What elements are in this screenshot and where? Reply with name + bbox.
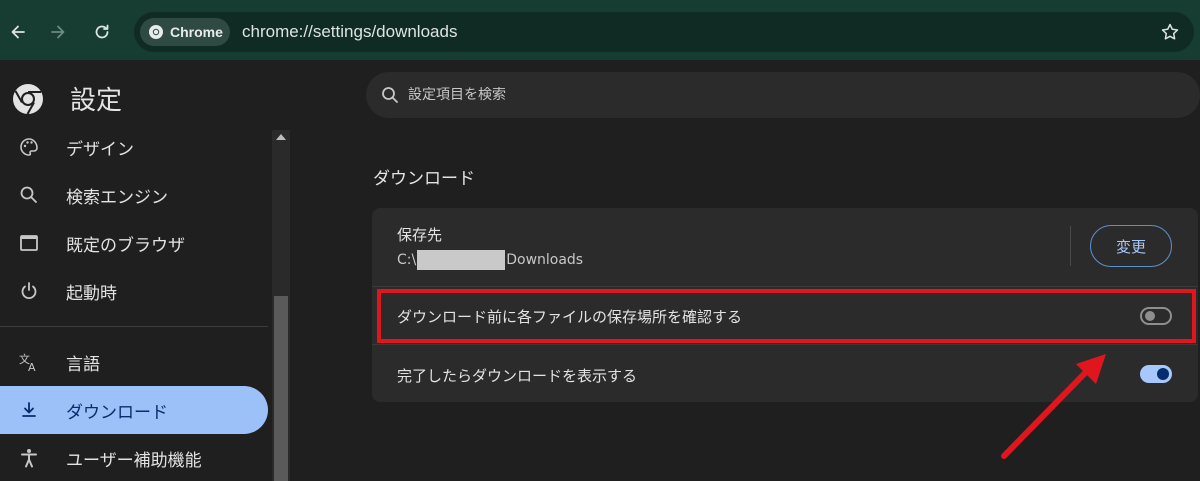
sidebar-item-languages[interactable]: 文A 言語 — [0, 338, 268, 386]
sidebar-item-label: ダウンロード — [66, 402, 168, 423]
redacted-username — [417, 250, 506, 270]
browser-toolbar: Chrome chrome://settings/downloads — [0, 4, 1200, 60]
site-chip[interactable]: Chrome — [140, 18, 230, 46]
path-prefix: C:\ — [397, 252, 417, 268]
scroll-up-icon[interactable] — [276, 134, 286, 140]
sidebar-scrollbar-thumb[interactable] — [274, 296, 288, 481]
browser-window-icon — [18, 232, 40, 254]
sidebar-item-label: 起動時 — [66, 283, 117, 304]
bookmark-star-icon[interactable] — [1160, 22, 1180, 42]
palette-icon — [18, 136, 40, 158]
search-icon — [18, 184, 40, 206]
translate-icon: 文A — [18, 351, 40, 373]
sidebar-item-label: デザイン — [66, 139, 134, 160]
back-icon — [11, 25, 25, 39]
reload-icon — [95, 24, 109, 39]
path-suffix: Downloads — [506, 252, 584, 268]
sidebar-item-default-browser[interactable]: 既定のブラウザ — [0, 219, 268, 267]
omnibox[interactable]: Chrome chrome://settings/downloads — [134, 12, 1194, 52]
row-divider-vertical — [1070, 226, 1071, 266]
annotation-arrow-icon — [1001, 354, 1106, 459]
settings-search[interactable] — [366, 72, 1200, 118]
sidebar-divider — [0, 326, 268, 327]
reload-button[interactable] — [86, 14, 118, 50]
settings-sidebar: 設定 デザイン 検索エンジン 既定のブラウザ 起動時 文 A 言語 ダウンロード… — [0, 60, 300, 481]
page-title: 設定 — [70, 86, 123, 116]
back-button[interactable] — [2, 14, 34, 50]
svg-text:A: A — [28, 361, 36, 373]
chrome-logo-icon — [13, 83, 43, 114]
location-label: 保存先 — [397, 226, 443, 244]
annotation-highlight-box — [377, 289, 1196, 343]
chrome-logo-icon — [149, 25, 163, 39]
accessibility-icon — [18, 447, 40, 469]
sidebar-item-search-engine[interactable]: 検索エンジン — [0, 171, 268, 219]
sidebar-item-accessibility[interactable]: ユーザー補助機能 — [0, 434, 268, 481]
sidebar-item-appearance[interactable]: デザイン — [0, 123, 268, 171]
sidebar-item-downloads[interactable]: ダウンロード — [0, 386, 268, 434]
chrome-window: Chrome chrome://settings/downloads 設定 デザ… — [0, 0, 1200, 481]
sidebar-item-on-startup[interactable]: 起動時 — [0, 267, 268, 315]
search-input[interactable] — [408, 87, 1008, 103]
download-location-path: C:\ Downloads — [397, 250, 583, 270]
forward-button[interactable] — [42, 14, 74, 50]
site-chip-label: Chrome — [170, 24, 223, 40]
download-icon — [18, 399, 40, 421]
toggle-knob — [1157, 368, 1169, 380]
search-icon — [382, 87, 398, 103]
show-downloads-when-done-label: 完了したらダウンロードを表示する — [397, 367, 638, 385]
row-separator — [372, 286, 1198, 287]
settings-header: 設定 — [12, 80, 122, 117]
url-text[interactable]: chrome://settings/downloads — [242, 22, 457, 42]
section-title: ダウンロード — [373, 169, 475, 189]
change-location-button[interactable]: 変更 — [1090, 225, 1172, 267]
forward-icon — [51, 25, 65, 39]
sidebar-item-label: 言語 — [66, 354, 100, 375]
sidebar-item-label: 既定のブラウザ — [66, 235, 185, 256]
power-icon — [18, 280, 40, 302]
sidebar-item-label: ユーザー補助機能 — [66, 450, 202, 471]
sidebar-item-label: 検索エンジン — [66, 187, 168, 208]
show-downloads-when-done-toggle[interactable] — [1140, 365, 1172, 383]
